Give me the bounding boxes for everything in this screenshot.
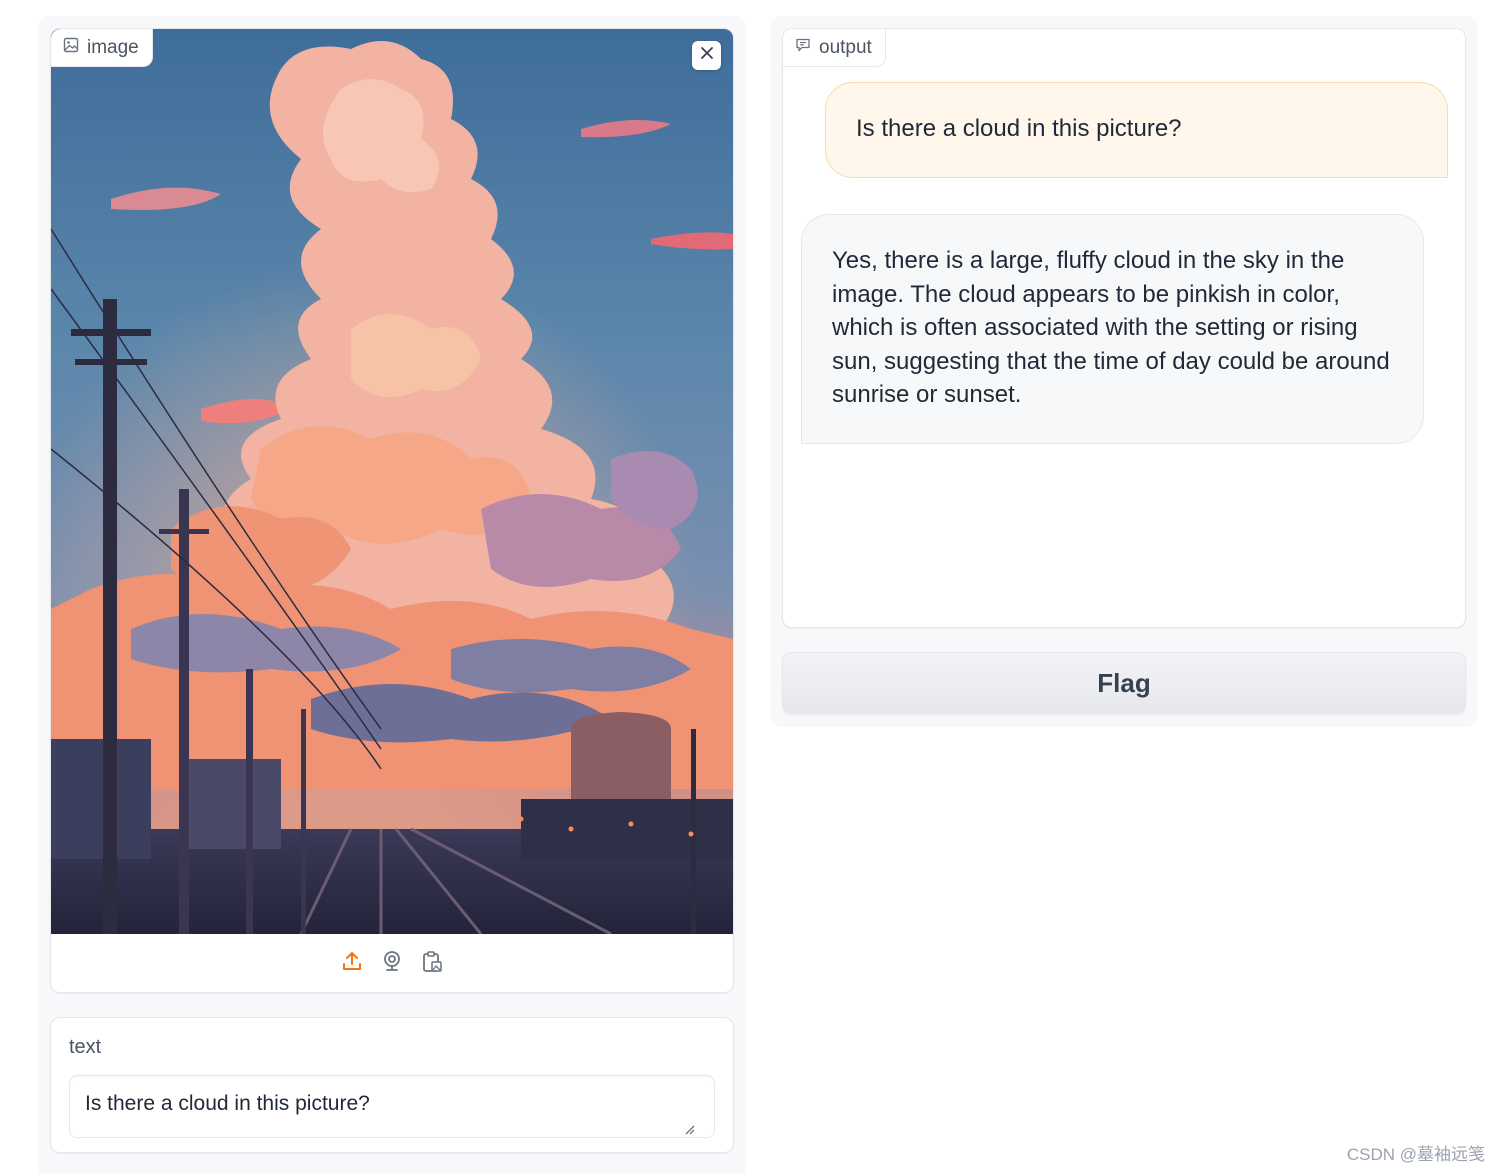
output-label-text: output [819,36,872,58]
watermark: CSDN @墓袖远笺 [1346,1145,1485,1164]
image-input-block: image [50,28,734,993]
image-block-label: image [51,29,153,67]
clipboard-button[interactable] [420,950,444,977]
upload-icon [341,950,363,977]
text-block-label: text [69,1036,102,1058]
close-icon [700,46,714,65]
chat-icon [795,37,811,59]
webcam-icon [381,950,403,977]
output-column: output Is there a cloud in this picture?… [770,16,1478,727]
chatbot-output-block: output Is there a cloud in this picture?… [782,28,1466,628]
resize-handle-icon[interactable] [683,1122,729,1148]
output-block-label: output [783,29,886,67]
input-column: image text Is there a cloud in this pict… [38,16,746,1174]
image-label-text: image [87,36,139,58]
image-icon [63,37,79,59]
uploaded-image [51,29,733,934]
clipboard-icon [421,950,443,977]
flag-button[interactable]: Flag [782,652,1466,714]
text-input-field[interactable]: Is there a cloud in this picture? [69,1075,715,1138]
image-source-buttons [51,934,733,992]
text-input-block: text Is there a cloud in this picture? [50,1017,734,1153]
clear-image-button[interactable] [692,41,721,70]
user-message: Is there a cloud in this picture? [825,82,1448,178]
upload-button[interactable] [340,951,364,975]
webcam-button[interactable] [380,950,404,977]
bot-message: Yes, there is a large, fluffy cloud in t… [801,214,1424,444]
